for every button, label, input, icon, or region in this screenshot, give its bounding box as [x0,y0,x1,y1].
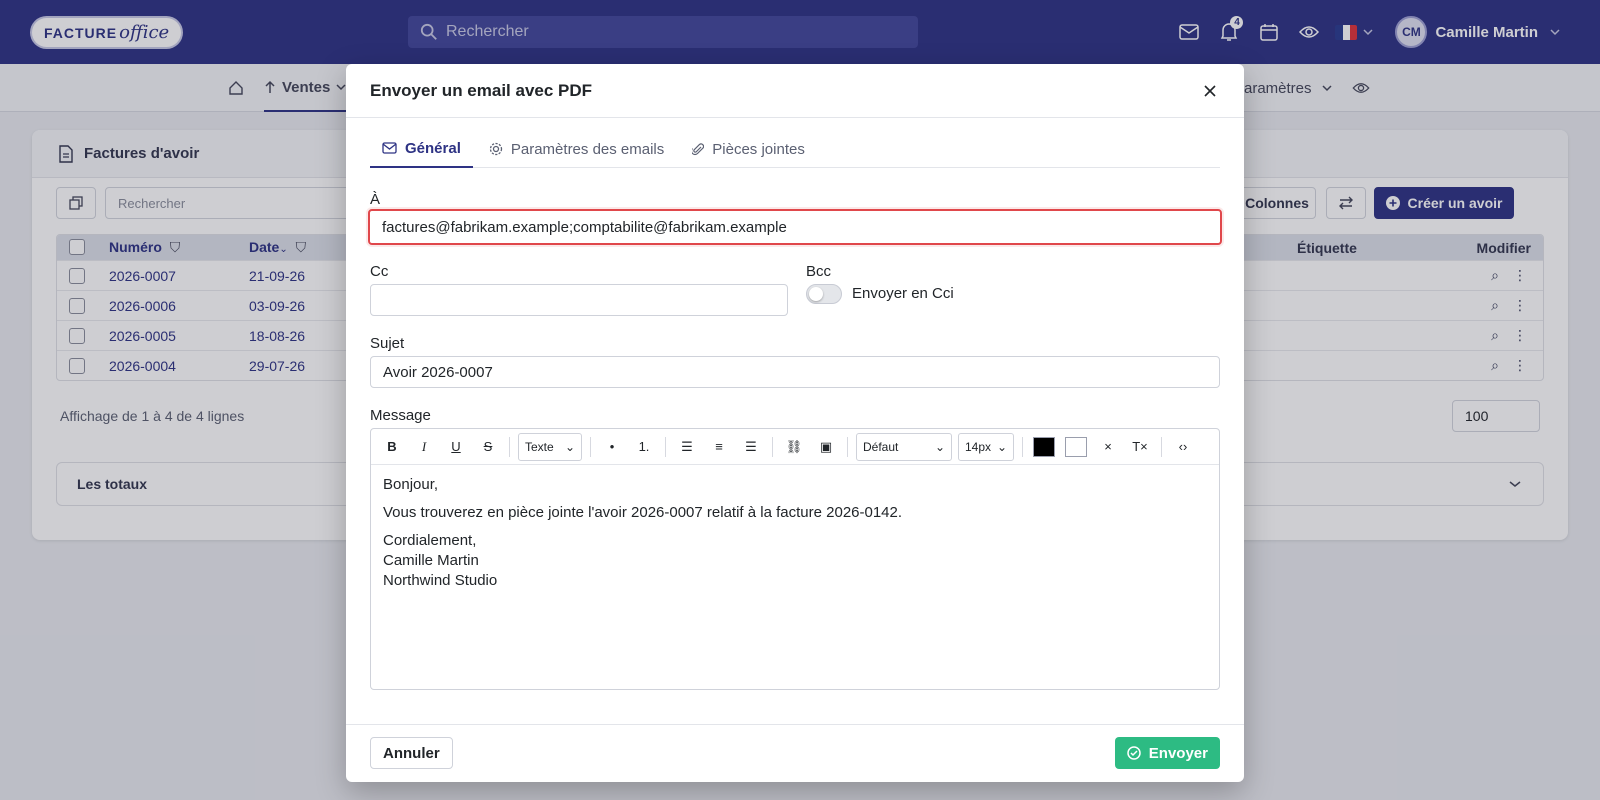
message-closing: Cordialement, [383,532,477,549]
font-size-select[interactable]: 14px ⌄ [958,432,1014,461]
bcc-toggle-label: Envoyer en Cci [852,285,954,302]
chevron-down-icon: ⌄ [564,439,575,454]
bcc-label: Bcc [806,263,832,280]
cancel-label: Annuler [383,744,440,762]
underline-icon[interactable]: U [441,433,471,461]
to-value: factures@fabrikam.example;comptabilite@f… [382,218,787,236]
font-size-value: 14px [965,439,992,454]
font-value: Défaut [863,439,899,454]
to-label: À [370,191,381,208]
cancel-button[interactable]: Annuler [370,737,453,769]
message-signature-company: Northwind Studio [383,572,498,589]
link-icon[interactable]: ⛓ [779,433,809,461]
message-editor[interactable]: B I U S Texte ⌄ • 1. ☰ ≡ ☰ ⛓ ▣ Défaut ⌄ 14… [370,428,1220,690]
tab-email-settings-label: Paramètres des emails [510,140,665,158]
align-left-icon[interactable]: ☰ [672,433,702,461]
bcc-toggle[interactable] [806,284,842,304]
message-signature-name: Camille Martin [383,552,479,569]
strikethrough-icon[interactable]: S [473,433,503,461]
background-color-swatch[interactable] [1065,436,1087,457]
tab-attachments-label: Pièces jointes [712,140,805,158]
to-input[interactable]: factures@fabrikam.example;comptabilite@f… [368,209,1222,245]
align-right-icon[interactable]: ☰ [736,433,766,461]
format-select[interactable]: Texte ⌄ [518,432,582,461]
paperclip-icon [692,143,705,156]
cc-input[interactable] [370,284,788,316]
modal-footer: Annuler Envoyer [346,724,1244,782]
modal-title: Envoyer un email avec PDF [370,80,593,100]
close-icon [1204,85,1216,97]
format-value: Texte [525,439,554,454]
image-icon[interactable]: ▣ [811,433,841,461]
tab-attachments[interactable]: Pièces jointes [680,130,817,168]
close-button[interactable] [1200,81,1220,101]
message-text: Vous trouverez en pièce jointe l'avoir 2… [383,504,903,521]
send-button[interactable]: Envoyer [1114,737,1220,769]
tab-general-label: Général [405,139,461,157]
italic-icon[interactable]: I [409,433,439,461]
tab-general[interactable]: Général [370,130,473,168]
modal-tabs: Général Paramètres des emails Pièces joi… [370,130,1220,168]
cc-label: Cc [370,263,389,280]
check-circle-icon [1127,746,1141,760]
bullet-list-icon[interactable]: • [597,433,627,461]
font-select[interactable]: Défaut ⌄ [856,432,952,461]
subject-value: Avoir 2026-0007 [383,363,493,381]
message-body[interactable]: Bonjour, Vous trouverez en pièce jointe … [371,465,1219,601]
message-greeting: Bonjour, [383,476,439,493]
clear-color-icon[interactable]: × [1093,433,1123,461]
mail-icon [382,142,397,154]
bold-icon[interactable]: B [377,433,407,461]
gear-icon [489,142,503,156]
subject-label: Sujet [370,335,405,352]
subject-input[interactable]: Avoir 2026-0007 [370,356,1220,388]
modal-header: Envoyer un email avec PDF [346,64,1244,118]
chevron-down-icon: ⌄ [934,439,945,454]
numbered-list-icon[interactable]: 1. [629,433,659,461]
send-label: Envoyer [1148,744,1208,762]
message-label: Message [370,407,431,424]
clear-format-icon[interactable]: T× [1125,433,1155,461]
chevron-down-icon: ⌄ [996,439,1007,454]
text-color-swatch[interactable] [1033,436,1055,457]
tab-email-settings[interactable]: Paramètres des emails [477,130,676,168]
code-view-icon[interactable]: ‹› [1168,433,1198,461]
email-modal: Envoyer un email avec PDF Général Paramè… [346,64,1244,782]
align-center-icon[interactable]: ≡ [704,433,734,461]
editor-toolbar: B I U S Texte ⌄ • 1. ☰ ≡ ☰ ⛓ ▣ Défaut ⌄ 14… [371,429,1219,465]
